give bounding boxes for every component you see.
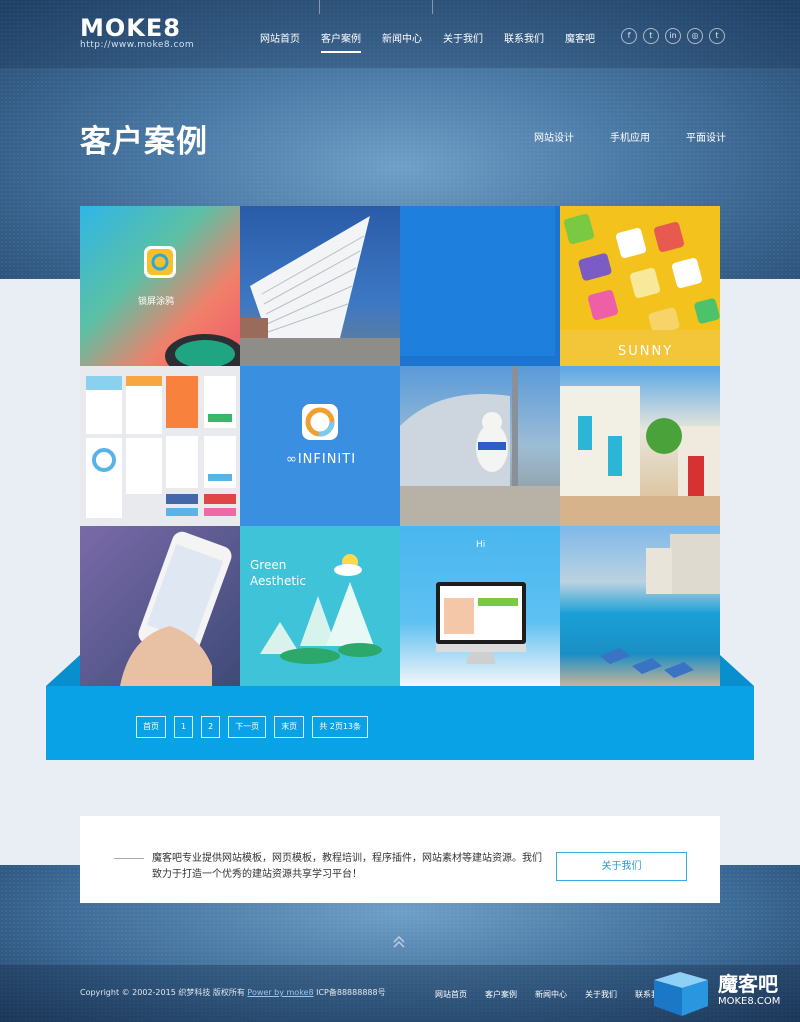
infiniti-app-icon bbox=[302, 404, 338, 440]
about-divider bbox=[114, 858, 144, 859]
nav-item-moke8[interactable]: 魔客吧 bbox=[565, 30, 595, 53]
footer-nav: 网站首页 客户案例 新闻中心 关于我们 联系我们 bbox=[435, 989, 685, 1000]
case-tile-greek-street[interactable] bbox=[560, 366, 720, 526]
case-tile-infiniti[interactable]: ∞INFINITI bbox=[240, 366, 400, 526]
phone-in-hand-illustration bbox=[120, 531, 232, 686]
footer-nav-home[interactable]: 网站首页 bbox=[435, 989, 467, 1000]
main-nav: 网站首页 客户案例 新闻中心 关于我们 联系我们 魔客吧 bbox=[260, 30, 616, 53]
case-tile-imac[interactable]: Hi bbox=[400, 526, 560, 686]
twitter-icon[interactable]: t bbox=[643, 28, 659, 44]
page-title: 客户案例 bbox=[80, 124, 208, 160]
back-to-top-icon[interactable] bbox=[392, 935, 406, 951]
building-illustration bbox=[240, 216, 400, 366]
case-tile-ui-kit[interactable] bbox=[80, 366, 240, 526]
blue-panel bbox=[400, 206, 555, 356]
page-2-button[interactable]: 2 bbox=[201, 716, 221, 738]
about-panel: 魔客吧专业提供网站模板，网页模板，教程培训，程序插件，网站素材等建站资源。我们致… bbox=[80, 816, 720, 903]
page-total-info: 共 2页13条 bbox=[312, 716, 368, 738]
footer-nav-news[interactable]: 新闻中心 bbox=[535, 989, 567, 1000]
page-first-button[interactable]: 首页 bbox=[136, 716, 166, 738]
about-text: 魔客吧专业提供网站模板，网页模板，教程培训，程序插件，网站素材等建站资源。我们致… bbox=[152, 853, 542, 880]
app-lock-icon bbox=[144, 246, 240, 366]
imac-illustration bbox=[436, 582, 526, 664]
email-icon[interactable]: ◎ bbox=[687, 28, 703, 44]
nav-item-contact[interactable]: 联系我们 bbox=[504, 30, 544, 53]
social-links: f t in ◎ t bbox=[621, 28, 731, 44]
watermark-text: 魔客吧 bbox=[718, 972, 778, 996]
category-filter: 网站设计 手机应用 平面设计 bbox=[534, 129, 762, 144]
nav-item-about[interactable]: 关于我们 bbox=[443, 30, 483, 53]
header: MOKE8 http://www.moke8.com 网站首页 客户案例 新闻中… bbox=[0, 0, 800, 68]
pagination: 首页 1 2 下一页 末页 共 2页13条 bbox=[136, 716, 376, 738]
case-caption: Hi bbox=[476, 540, 486, 550]
page-last-button[interactable]: 末页 bbox=[274, 716, 305, 738]
nav-item-home[interactable]: 网站首页 bbox=[260, 30, 300, 53]
case-tile-sunny[interactable]: SUNNY bbox=[560, 206, 720, 366]
logo-text: MOKE8 bbox=[80, 14, 181, 42]
stage-left-bevel bbox=[46, 655, 80, 686]
nav-item-cases[interactable]: 客户案例 bbox=[321, 30, 361, 53]
case-caption: SUNNY bbox=[618, 344, 674, 359]
case-caption: Aesthetic bbox=[250, 574, 306, 588]
copyright: Copyright © 2002-2015 织梦科技 版权所有 Power by… bbox=[80, 987, 386, 998]
category-mobile-apps[interactable]: 手机应用 bbox=[610, 129, 650, 144]
case-caption: Green bbox=[250, 558, 287, 572]
footer-nav-about[interactable]: 关于我们 bbox=[585, 989, 617, 1000]
linkedin-icon[interactable]: in bbox=[665, 28, 681, 44]
nav-divider bbox=[319, 0, 320, 14]
category-web-design[interactable]: 网站设计 bbox=[534, 129, 574, 144]
case-grid: 锁屏涂鸦 SUNNY ∞INFINITI Green Aesthetic Hi bbox=[80, 206, 720, 686]
landscape-illustration bbox=[260, 554, 382, 664]
about-us-button[interactable]: 关于我们 bbox=[556, 852, 687, 881]
tumblr-icon[interactable]: t bbox=[709, 28, 725, 44]
page-next-button[interactable]: 下一页 bbox=[228, 716, 267, 738]
facebook-icon[interactable]: f bbox=[621, 28, 637, 44]
stage-right-bevel bbox=[720, 655, 754, 686]
cube-logo-icon bbox=[654, 972, 708, 1016]
sunny-app-icons bbox=[560, 213, 720, 366]
case-tile-bear[interactable] bbox=[400, 366, 560, 526]
case-caption: 锁屏涂鸦 bbox=[138, 297, 175, 307]
category-graphic-design[interactable]: 平面设计 bbox=[686, 129, 726, 144]
case-tile-building[interactable] bbox=[240, 206, 400, 366]
case-caption: ∞INFINITI bbox=[286, 452, 357, 467]
page-1-button[interactable]: 1 bbox=[174, 716, 194, 738]
power-by-link[interactable]: Power by moke8 bbox=[247, 988, 313, 997]
logo[interactable]: MOKE8 http://www.moke8.com bbox=[80, 16, 194, 50]
watermark-logo: 魔客吧 MOKE8.COM bbox=[650, 972, 790, 1016]
icp-text: ICP备88888888号 bbox=[316, 988, 386, 997]
case-tile-pool[interactable] bbox=[560, 526, 720, 686]
footer-nav-cases[interactable]: 客户案例 bbox=[485, 989, 517, 1000]
watermark-sub: MOKE8.COM bbox=[718, 996, 781, 1007]
nav-divider bbox=[432, 0, 433, 14]
ui-kit-screens bbox=[86, 376, 236, 518]
logo-url: http://www.moke8.com bbox=[80, 40, 195, 50]
nav-item-news[interactable]: 新闻中心 bbox=[382, 30, 422, 53]
case-tile-green-aesthetic[interactable]: Green Aesthetic bbox=[240, 526, 400, 686]
case-tile-lockscreen[interactable]: 锁屏涂鸦 bbox=[80, 206, 240, 366]
case-tile-phone[interactable] bbox=[80, 526, 240, 686]
copyright-text: Copyright © 2002-2015 织梦科技 版权所有 bbox=[80, 988, 245, 997]
street-illustration bbox=[560, 386, 720, 526]
polar-bear-illustration bbox=[400, 366, 560, 526]
pool-illustration bbox=[600, 534, 720, 678]
case-tile-blue[interactable] bbox=[400, 206, 560, 366]
